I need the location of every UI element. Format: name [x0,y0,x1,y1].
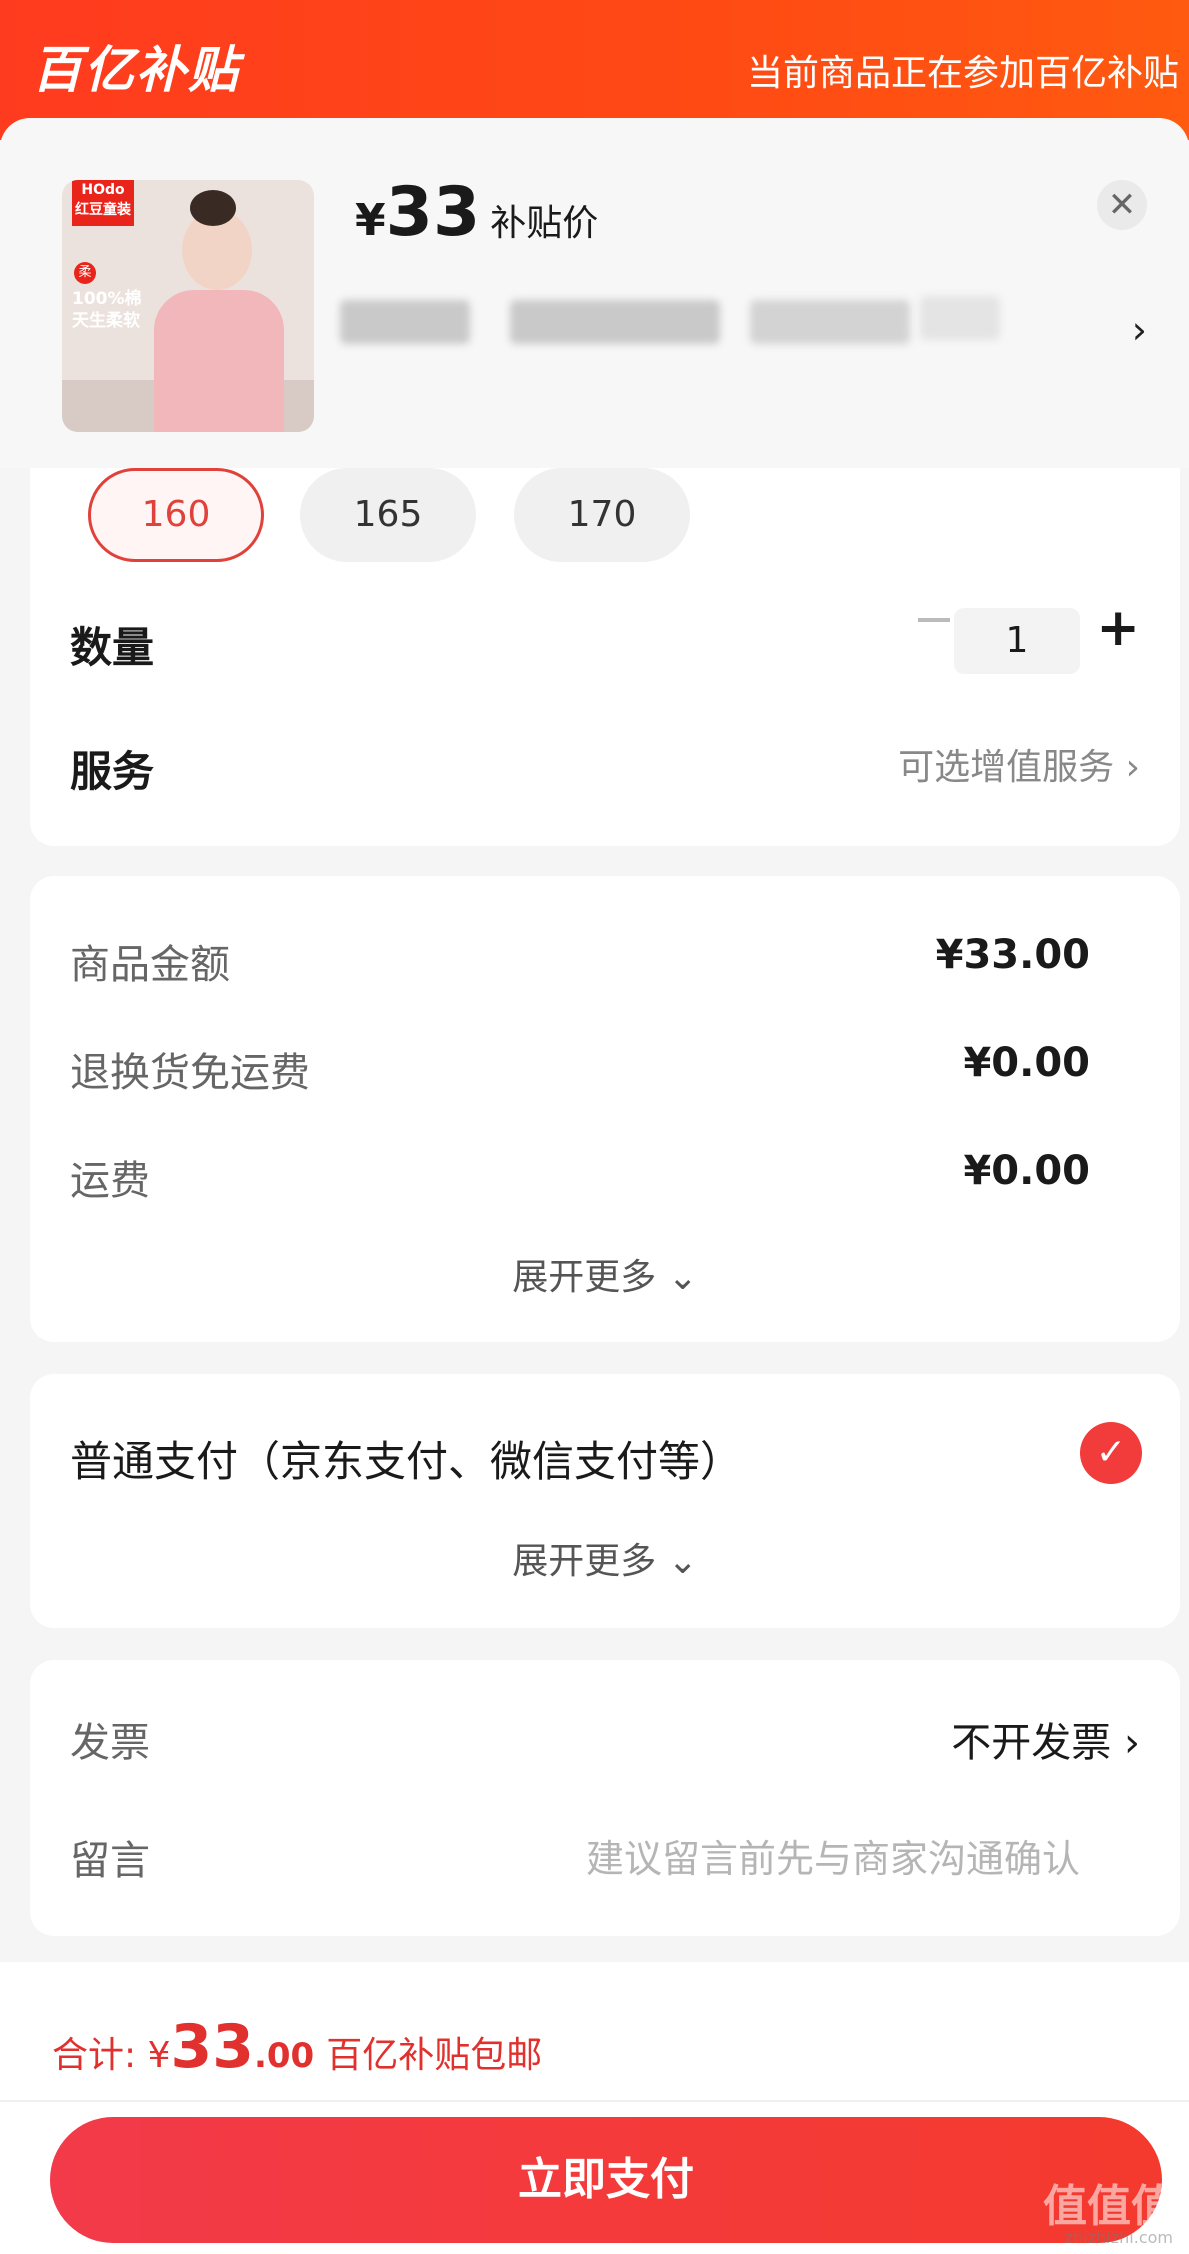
thumb-brand-badge: HOdo 红豆童装 [72,180,134,226]
quantity-minus-button[interactable] [918,618,950,622]
total-amount: 合计: ¥33.00 百亿补贴包邮 [52,2012,542,2082]
close-icon[interactable]: ✕ [1097,180,1147,230]
product-title-redacted[interactable] [340,286,1020,356]
freight-label: 运费 [70,1158,150,1204]
invoice-option[interactable]: 不开发票 › [951,1710,1140,1768]
thumb-claim-text: 100%棉 天生柔软 [72,289,142,331]
size-option-165[interactable]: 165 [300,468,476,562]
note-label: 留言 [70,1838,150,1884]
price-value: 33 [385,173,481,252]
goods-amount-value: ¥33.00 [935,932,1090,978]
quantity-input[interactable]: 1 [954,608,1080,674]
thumb-child-hair [190,190,236,226]
divider [0,2100,1189,2102]
return-shipping-value: ¥0.00 [963,1040,1090,1086]
subsidy-logo: 百亿补贴 [32,41,240,99]
thumb-soft-badge: 柔 [74,262,96,284]
price-currency: ¥ [355,195,386,246]
total-decimal: .00 [253,2036,315,2076]
goods-amount-label: 商品金额 [70,942,230,988]
checkout-bar: 合计: ¥33.00 百亿补贴包邮 立即支付 值值值 zhizhizhi.com [0,1962,1189,2254]
size-option-170[interactable]: 170 [514,468,690,562]
watermark: 值值值 [1043,2181,1175,2232]
note-input[interactable]: 建议留言前先与商家沟通确认 [586,1828,1080,1883]
expand-more-payment[interactable]: 展开更多 ⌄ [30,1532,1180,1584]
total-integer: 33 [170,2012,254,2082]
quantity-plus-button[interactable]: + [1096,598,1140,658]
thumb-child-body [154,290,284,432]
expand-more-amounts[interactable]: 展开更多 ⌄ [30,1248,1180,1300]
product-header: HOdo 红豆童装 柔 100%棉 天生柔软 ¥33 补贴价 ✕ › [0,118,1189,468]
watermark-url: zhizhizhi.com [1064,2228,1173,2247]
price-label: 补贴价 [490,203,599,244]
check-icon[interactable]: ✓ [1080,1422,1142,1484]
spec-card: 160 165 170 数量 1 + 服务 可选增值服务 › [30,468,1180,846]
amount-card: 商品金额 ¥33.00 退换货免运费 ¥0.00 运费 ¥0.00 展开更多 ⌄ [30,876,1180,1342]
size-option-160[interactable]: 160 [88,468,264,562]
return-shipping-label: 退换货免运费 [70,1050,310,1096]
product-thumbnail[interactable]: HOdo 红豆童装 柔 100%棉 天生柔软 [62,180,314,432]
free-shipping-text: 百亿补贴包邮 [326,2035,543,2076]
invoice-label: 发票 [70,1720,150,1766]
invoice-card: 发票 不开发票 › 留言 建议留言前先与商家沟通确认 [30,1660,1180,1936]
chevron-right-icon[interactable]: › [1132,308,1147,352]
total-label: 合计: ¥ [52,2035,171,2076]
payment-method-label[interactable]: 普通支付（京东支付、微信支付等） [70,1428,742,1489]
pay-now-button[interactable]: 立即支付 [50,2117,1162,2243]
payment-card: 普通支付（京东支付、微信支付等） ✓ 展开更多 ⌄ [30,1374,1180,1628]
subsidy-price: ¥33 补贴价 [355,173,598,252]
freight-value: ¥0.00 [963,1148,1090,1194]
service-label: 服务 [70,747,155,796]
subsidy-message: 当前商品正在参加百亿补贴 [746,53,1179,94]
service-option-link[interactable]: 可选增值服务 › [898,738,1140,790]
quantity-label: 数量 [70,623,155,672]
